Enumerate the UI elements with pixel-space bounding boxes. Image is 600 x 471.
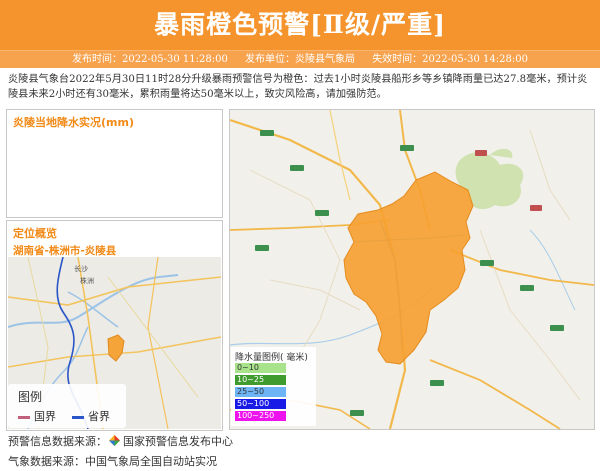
- rainfall-panel-title: 炎陵当地降水实况(mm): [13, 116, 134, 129]
- warning-center-logo-icon: [109, 435, 120, 446]
- location-panel-title: 定位概览: [13, 227, 57, 240]
- expire-time: 失效时间：2022-05-30 14:28:00: [372, 54, 528, 65]
- rainfall-legend-item: 25~50: [235, 387, 286, 397]
- rainfall-panel: 炎陵当地降水实况(mm): [6, 109, 223, 218]
- national-border-swatch: [18, 415, 30, 419]
- overview-legend: 图例 国界 省界: [8, 384, 126, 428]
- publish-time: 发布时间：2022-05-30 11:28:00: [72, 54, 228, 65]
- rainfall-legend-title: 降水量图例( 毫米): [235, 353, 308, 363]
- location-region: 湖南省-株洲市-炎陵县: [13, 245, 117, 257]
- publisher: 发布单位：炎陵县气象局: [245, 54, 355, 65]
- rainfall-legend-item: 100~250: [235, 411, 286, 421]
- map-label-zhuzhou: 株洲: [80, 276, 94, 285]
- legend-province-border: 省界: [72, 408, 110, 424]
- national-border-label: 国界: [34, 410, 56, 423]
- map-label-changsha: 长沙: [74, 264, 88, 273]
- province-border-swatch: [72, 415, 84, 419]
- warning-banner: 暴雨橙色预警[Ⅱ级/严重]: [0, 0, 600, 50]
- warning-source-label: 预警信息数据来源：: [8, 435, 107, 448]
- province-border-label: 省界: [88, 410, 110, 423]
- legend-national-border: 国界: [18, 408, 56, 424]
- rainfall-legend: 降水量图例( 毫米) 0~10 10~25 25~50 50~100 100~2…: [231, 347, 316, 426]
- rainfall-legend-item: 50~100: [235, 399, 286, 409]
- weather-source: 气象数据来源：中国气象局全国自动站实况: [8, 455, 217, 468]
- warning-meta-bar: 发布时间：2022-05-30 11:28:00 发布单位：炎陵县气象局 失效时…: [0, 50, 600, 68]
- warning-description: 炎陵县气象台2022年5月30日11时28分升级暴雨预警信号为橙色：过去1小时炎…: [8, 74, 588, 100]
- overview-legend-title: 图例: [18, 390, 43, 404]
- rainfall-legend-item: 0~10: [235, 363, 286, 373]
- warning-source-org[interactable]: 国家预警信息发布中心: [123, 435, 233, 448]
- warning-title: 暴雨橙色预警[Ⅱ级/严重]: [154, 10, 446, 39]
- rainfall-legend-item: 10~25: [235, 375, 286, 385]
- warning-source: 预警信息数据来源： 国家预警信息发布中心: [8, 433, 233, 449]
